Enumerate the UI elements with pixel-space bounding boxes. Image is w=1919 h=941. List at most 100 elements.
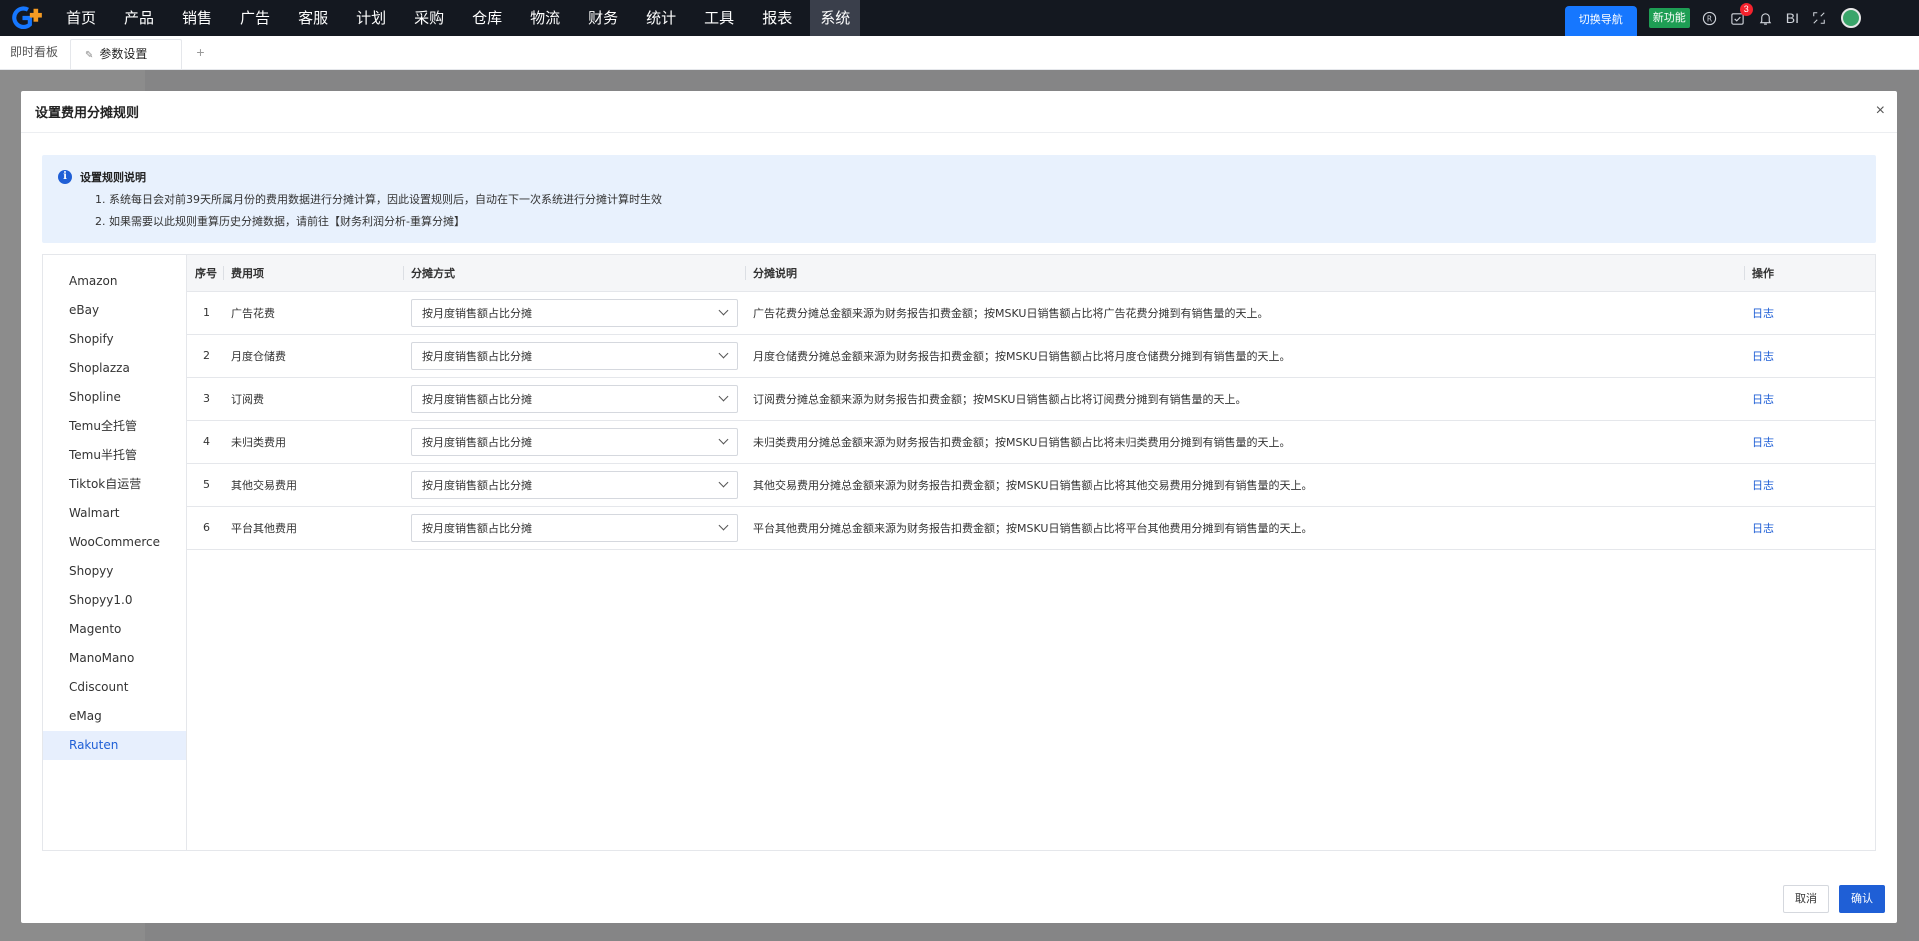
notification-count-badge: 3 [1739,3,1753,16]
platform-item[interactable]: eBay [43,296,186,325]
platform-item[interactable]: Shopyy1.0 [43,586,186,615]
row-index: 4 [187,420,223,464]
platform-item[interactable]: Magento [43,615,186,644]
log-link[interactable]: 日志 [1752,307,1774,320]
log-link[interactable]: 日志 [1752,522,1774,535]
nav-item[interactable]: 物流 [520,0,570,36]
expense-item: 月度仓储费 [223,334,403,378]
allocation-method-select[interactable]: 按月度销售额占比分摊 [411,341,738,370]
platform-item[interactable]: WooCommerce [43,528,186,557]
confirm-button[interactable]: 确认 [1839,885,1885,913]
nav-item[interactable]: 工具 [694,0,744,36]
expense-item: 订阅费 [223,377,403,421]
method-cell: 按月度销售额占比分摊 [403,377,745,421]
page-tab-bar: 即时看板 ✎ 参数设置 + [0,36,1919,70]
add-tab-button[interactable]: + [196,35,204,69]
top-nav: 首页 产品 销售 广告 客服 计划 采购 仓库 物流 财务 统计 工具 报表 系统 切换导航 新功能 R … [0,0,1919,36]
platform-item[interactable]: Temu全托管 [43,412,186,441]
help-circle-icon[interactable]: R [1702,10,1718,26]
action-cell: 日志 [1744,463,1875,507]
modal-title: 设置费用分摊规则 [35,106,140,121]
row-index: 2 [187,334,223,378]
nav-item[interactable]: 统计 [636,0,686,36]
tab-dashboard[interactable]: 即时看板 [0,35,68,69]
nav-item[interactable]: 计划 [346,0,396,36]
select-value: 按月度销售额占比分摊 [422,521,532,535]
bell-icon[interactable] [1758,10,1774,26]
nav-item[interactable]: 仓库 [462,0,512,36]
info-icon: i [58,170,72,184]
platform-item[interactable]: Rakuten [43,731,186,760]
nav-item[interactable]: 首页 [56,0,106,36]
col-header-idx: 序号 [187,255,223,292]
expense-item: 广告花费 [223,291,403,335]
chevron-down-icon [718,434,729,445]
platform-item[interactable]: Walmart [43,499,186,528]
allocation-method-select[interactable]: 按月度销售额占比分摊 [411,427,738,456]
chevron-down-icon [718,305,729,316]
alert-line-2: 2. 如果需要以此规则重算历史分摊数据，请前往【财务利润分析-重算分摊】 [95,215,465,228]
nav-item[interactable]: 报表 [752,0,802,36]
action-cell: 日志 [1744,291,1875,335]
fullscreen-icon[interactable] [1811,10,1827,26]
nav-item[interactable]: 广告 [230,0,280,36]
platform-item[interactable]: Shoplazza [43,354,186,383]
action-cell: 日志 [1744,377,1875,421]
platform-item[interactable]: Shopify [43,325,186,354]
platform-item[interactable]: Tiktok自运营 [43,470,186,499]
svg-text:R: R [1707,14,1712,23]
log-link[interactable]: 日志 [1752,393,1774,406]
allocation-table: 序号 费用项 分摊方式 分摊说明 操作 1 广告花费 按月度销售额占比分摊 广告花费分… [187,255,1875,550]
nav-item[interactable]: 客服 [288,0,338,36]
platform-item[interactable]: ManoMano [43,644,186,673]
table-row: 4 未归类费用 按月度销售额占比分摊 未归类费用分摊总金额来源为财务报告扣费金额；按M… [187,420,1875,464]
chevron-down-icon [718,348,729,359]
nav-item[interactable]: 财务 [578,0,628,36]
tab-settings[interactable]: ✎ 参数设置 [70,39,183,69]
cancel-button[interactable]: 取消 [1783,885,1829,913]
app-logo[interactable] [0,0,56,36]
action-cell: 日志 [1744,420,1875,464]
log-link[interactable]: 日志 [1752,436,1774,449]
rule-info-alert: i 设置规则说明 1. 系统每日会对前39天所属月份的费用数据进行分摊计算，因此… [42,155,1876,243]
logo-icon [12,6,42,30]
action-cell: 日志 [1744,506,1875,550]
platform-item[interactable]: eMag [43,702,186,731]
platform-item[interactable]: Shopyy [43,557,186,586]
close-icon[interactable]: × [1876,103,1885,119]
table-row: 6 平台其他费用 按月度销售额占比分摊 平台其他费用分摊总金额来源为财务报告扣费金额；… [187,506,1875,550]
log-link[interactable]: 日志 [1752,479,1774,492]
col-header-action: 操作 [1744,255,1875,292]
chevron-down-icon [718,391,729,402]
tab-settings-label: 参数设置 [99,47,148,61]
row-index: 5 [187,463,223,507]
platform-item[interactable]: Temu半托管 [43,441,186,470]
chevron-down-icon [718,520,729,531]
nav-item[interactable]: 销售 [172,0,222,36]
allocation-method-select[interactable]: 按月度销售额占比分摊 [411,298,738,327]
allocation-method-select[interactable]: 按月度销售额占比分摊 [411,513,738,542]
allocation-method-select[interactable]: 按月度销售额占比分摊 [411,384,738,413]
bi-link[interactable]: BI [1786,10,1799,26]
new-feature-badge[interactable]: 新功能 [1648,8,1690,28]
modal-header: 设置费用分摊规则 [21,91,1897,133]
nav-item[interactable]: 产品 [114,0,164,36]
table-row: 3 订阅费 按月度销售额占比分摊 订阅费分摊总金额来源为财务报告扣费金额；按MSKU日… [187,377,1875,421]
allocation-method-select[interactable]: 按月度销售额占比分摊 [411,470,738,499]
alert-line-1: 1. 系统每日会对前39天所属月份的费用数据进行分摊计算，因此设置规则后，自动在… [95,193,662,206]
nav-item[interactable]: 系统 [810,0,861,36]
allocation-description: 月度仓储费分摊总金额来源为财务报告扣费金额；按MSKU日销售额占比将月度仓储费分… [745,334,1744,378]
row-index: 3 [187,377,223,421]
allocation-description: 未归类费用分摊总金额来源为财务报告扣费金额；按MSKU日销售额占比将未归类费用分… [745,420,1744,464]
nav-item[interactable]: 采购 [404,0,454,36]
platform-list: Amazon eBay Shopify Shoplazza Shopline Temu全托… [43,255,187,850]
platform-item[interactable]: Amazon [43,267,186,296]
task-icon[interactable]: 3 [1730,3,1753,26]
switch-nav-button[interactable]: 切换导航 [1564,6,1637,36]
log-link[interactable]: 日志 [1752,350,1774,363]
chevron-down-icon [718,477,729,488]
user-avatar[interactable] [1841,8,1861,28]
table-row: 5 其他交易费用 按月度销售额占比分摊 其他交易费用分摊总金额来源为财务报告扣费金额；… [187,463,1875,507]
platform-item[interactable]: Shopline [43,383,186,412]
platform-item[interactable]: Cdiscount [43,673,186,702]
